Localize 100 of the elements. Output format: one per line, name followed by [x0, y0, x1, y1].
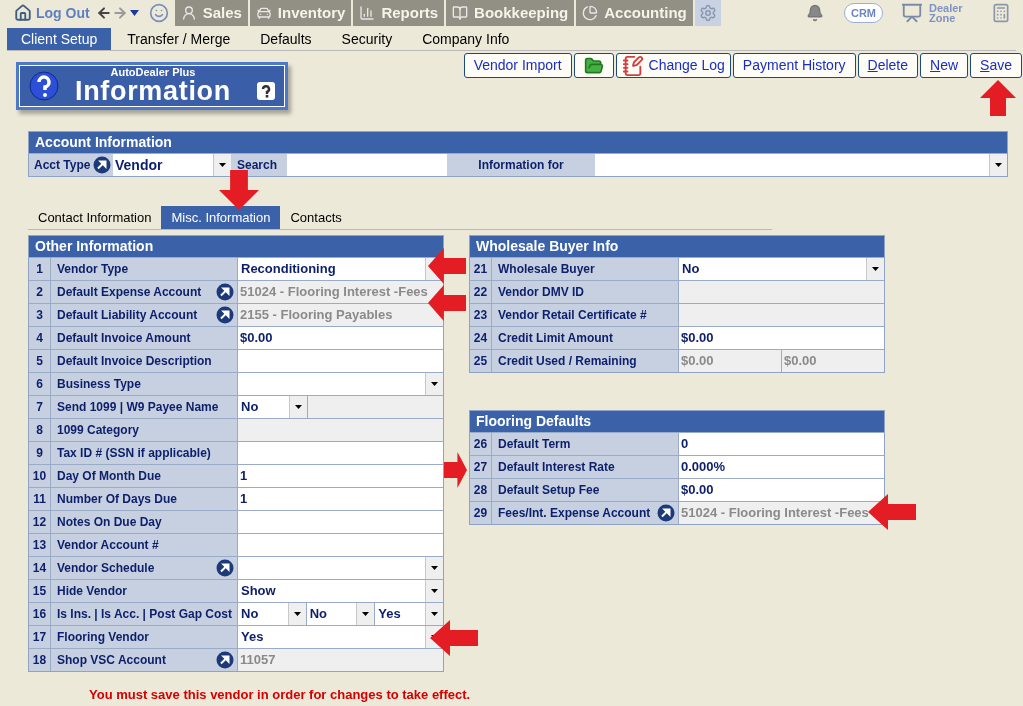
caret-icon	[872, 267, 879, 271]
toolbar-button[interactable]: Save	[970, 53, 1022, 78]
caret-icon	[431, 612, 438, 616]
row-number: 23	[470, 304, 492, 326]
field-label: Credit Used / Remaining	[498, 353, 637, 370]
row-number: 6	[29, 373, 51, 395]
caret-icon	[431, 589, 438, 593]
person-icon	[180, 5, 197, 21]
caret-icon	[293, 612, 301, 616]
detail-tab[interactable]: Misc. Information	[161, 206, 281, 229]
detail-tab[interactable]: Contact Information	[28, 206, 162, 229]
field-label: Default Term	[498, 436, 571, 453]
text-field[interactable]	[308, 396, 443, 418]
input-field[interactable]: 0	[679, 433, 884, 455]
brand-label: AutoDealer Plus	[110, 67, 196, 78]
field-label: Send 1099 | W9 Payee Name	[57, 399, 219, 416]
select-field[interactable]: No	[679, 258, 884, 280]
input-field[interactable]	[238, 350, 443, 372]
input-field[interactable]: $0.00	[238, 327, 443, 349]
select-field[interactable]: Reconditioning	[238, 258, 443, 280]
toolbar-button[interactable]: New	[920, 53, 969, 78]
toolbar-button[interactable]: Delete	[857, 53, 919, 78]
calculator-icon[interactable]	[991, 3, 1011, 23]
toolbar-button[interactable]: Vendor Import	[463, 53, 572, 78]
row-number: 12	[29, 511, 51, 533]
select-field[interactable]: No	[306, 603, 376, 625]
select-field[interactable]: Vendor	[113, 154, 231, 176]
select-field[interactable]: No	[238, 396, 308, 418]
bell-icon[interactable]	[805, 4, 824, 22]
field-label: Hide Vendor	[57, 583, 127, 600]
row-number: 13	[29, 534, 51, 556]
car-icon	[255, 5, 272, 21]
row-number: 14	[29, 557, 51, 579]
input-field[interactable]: 1	[238, 488, 443, 510]
annotation-arrow	[430, 620, 478, 656]
row-number: 8	[29, 419, 51, 441]
help-icon[interactable]	[257, 82, 275, 100]
settings-button[interactable]	[694, 0, 721, 26]
row-number: 10	[29, 465, 51, 487]
select-field[interactable]: No	[238, 603, 307, 625]
select-field[interactable]: Yes	[238, 626, 443, 648]
select-field[interactable]: Yes	[375, 603, 443, 625]
support-icon[interactable]	[148, 3, 169, 23]
row-number: 9	[29, 442, 51, 464]
nav-tab[interactable]: Client Setup	[7, 28, 112, 50]
field-label: Shop VSC Account	[57, 652, 166, 669]
input-field[interactable]	[238, 511, 443, 533]
field-label: 1099 Category	[57, 422, 140, 439]
field-label: Default Setup Fee	[498, 482, 600, 499]
field-label: Wholesale Buyer	[498, 261, 595, 278]
help-icon[interactable]	[29, 71, 59, 101]
nav-tab[interactable]: Transfer / Merge	[113, 28, 245, 50]
field-label: Vendor Account #	[57, 537, 159, 554]
warning-message: You must save this vendor in order for changes to take effect.	[89, 686, 472, 704]
row-number: 18	[29, 649, 51, 671]
back-icon[interactable]	[95, 5, 112, 21]
input-field[interactable]: 1	[238, 465, 443, 487]
row-number: 25	[470, 350, 492, 372]
change-log-button[interactable]: Change Log	[615, 53, 731, 78]
select-field[interactable]	[595, 154, 1007, 176]
detail-tab[interactable]: Contacts	[280, 206, 352, 229]
caret-icon	[219, 163, 226, 167]
toolbar-button[interactable]: Payment History	[732, 53, 856, 78]
nav-tab[interactable]: Defaults	[246, 28, 326, 50]
input-field[interactable]: 0.000%	[679, 456, 884, 478]
select-field[interactable]: Show	[238, 580, 443, 602]
nav-tab[interactable]: Security	[327, 28, 407, 50]
row-number: 15	[29, 580, 51, 602]
nav-tab[interactable]: Company Info	[408, 28, 524, 50]
folder-button[interactable]	[573, 53, 614, 78]
row-number: 26	[470, 433, 492, 455]
dropdown-icon[interactable]	[129, 10, 139, 16]
row-number: 2	[29, 281, 51, 303]
crm-button[interactable]: CRM	[843, 3, 883, 23]
input-field[interactable]	[238, 442, 443, 464]
panel-header: Wholesale Buyer Info	[470, 236, 884, 257]
caret-icon	[295, 405, 302, 409]
row-number: 5	[29, 350, 51, 372]
caret-icon	[995, 163, 1002, 167]
field-label: Vendor Type	[57, 261, 129, 278]
field-label: Information for	[477, 157, 565, 174]
input-field[interactable]: $0.00	[679, 479, 884, 501]
input-field[interactable]	[238, 534, 443, 556]
row-number: 21	[470, 258, 492, 280]
field-label: Notes On Due Day	[57, 514, 162, 531]
annotation-arrow	[428, 248, 466, 284]
folder-icon	[583, 55, 604, 76]
row-number: 3	[29, 304, 51, 326]
chart-icon	[359, 5, 376, 21]
select-field[interactable]	[238, 373, 443, 395]
row-number: 11	[29, 488, 51, 510]
text-field[interactable]	[679, 304, 884, 326]
input-field[interactable]: $0.00	[679, 327, 884, 349]
row-number: 29	[470, 502, 492, 524]
notebook-icon	[621, 54, 644, 77]
text-field[interactable]	[238, 419, 443, 441]
search-field[interactable]	[287, 154, 447, 176]
text-field[interactable]	[679, 281, 884, 303]
field-label: Day Of Month Due	[57, 468, 161, 485]
select-field[interactable]	[238, 557, 443, 579]
